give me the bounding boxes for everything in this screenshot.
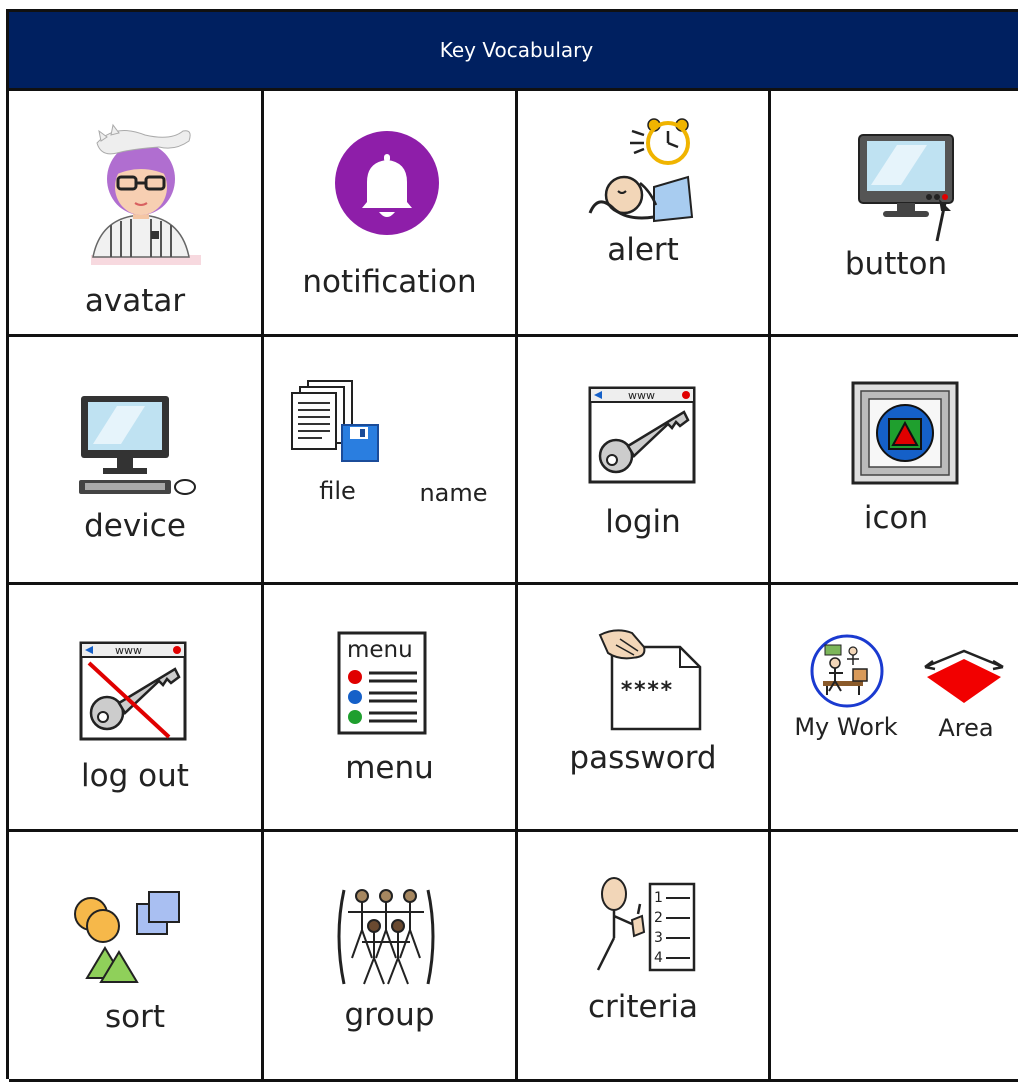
- cell-device: device: [9, 337, 264, 585]
- cell-label: login: [605, 504, 681, 540]
- cell-label: icon: [863, 500, 929, 536]
- my-work-icon: [810, 634, 884, 708]
- criteria-icon: 1 2 3 4: [596, 877, 696, 972]
- table-header: Key Vocabulary: [9, 12, 1018, 91]
- svg-text:www: www: [628, 389, 655, 402]
- cell-notification: notification: [264, 91, 518, 337]
- svg-text:2: 2: [654, 910, 663, 926]
- svg-text:menu: menu: [347, 637, 413, 663]
- avatar-icon: [91, 123, 201, 265]
- cell-label: device: [84, 508, 186, 544]
- cell-label: sort: [104, 999, 166, 1035]
- framed-icon-icon: [851, 381, 959, 485]
- cell-icon: icon: [771, 337, 1018, 585]
- group-people-icon: [337, 889, 435, 985]
- login-key-icon: www: [588, 386, 696, 484]
- cell-label: log out: [81, 758, 189, 794]
- cell-empty: [771, 832, 1018, 1082]
- logout-key-icon: www: [79, 641, 187, 741]
- cell-label: menu: [345, 750, 434, 786]
- cell-button: button: [771, 91, 1018, 337]
- cell-label: password: [569, 740, 717, 776]
- bell-icon: [335, 131, 439, 235]
- cell-label: criteria: [588, 989, 698, 1025]
- monitor-button-icon: [858, 134, 954, 242]
- vocabulary-table: Key Vocabulary avatar notification alert…: [6, 9, 1018, 1082]
- svg-text:****: ****: [620, 678, 673, 703]
- cell-menu: menu menu: [264, 585, 518, 832]
- cell-label: button: [844, 246, 948, 282]
- cell-label-area: Area: [938, 714, 994, 742]
- svg-text:3: 3: [654, 930, 663, 946]
- menu-icon: menu: [337, 631, 427, 735]
- cell-label: alert: [607, 232, 679, 268]
- computer-icon: [79, 396, 196, 495]
- cell-criteria: 1 2 3 4 criteria: [518, 832, 771, 1082]
- cell-file-name: file name: [264, 337, 518, 585]
- cell-sort: sort: [9, 832, 264, 1082]
- cell-password: **** password: [518, 585, 771, 832]
- sort-shapes-icon: [74, 891, 180, 983]
- svg-text:1: 1: [654, 890, 663, 906]
- file-save-icon: [291, 380, 379, 462]
- password-icon: ****: [598, 629, 702, 731]
- cell-avatar: avatar: [9, 91, 264, 337]
- cell-log-out: www log out: [9, 585, 264, 832]
- alarm-clock-icon: [588, 118, 694, 223]
- table-title: Key Vocabulary: [439, 38, 594, 62]
- area-icon: [924, 649, 1004, 703]
- cell-group: group: [264, 832, 518, 1082]
- svg-text:4: 4: [654, 950, 663, 966]
- cell-label: avatar: [84, 283, 186, 319]
- cell-my-work-area: My Work Area: [771, 585, 1018, 832]
- cell-label: notification: [302, 264, 477, 300]
- cell-alert: alert: [518, 91, 771, 337]
- cell-login: www login: [518, 337, 771, 585]
- cell-label: group: [344, 997, 435, 1033]
- svg-text:www: www: [115, 644, 142, 657]
